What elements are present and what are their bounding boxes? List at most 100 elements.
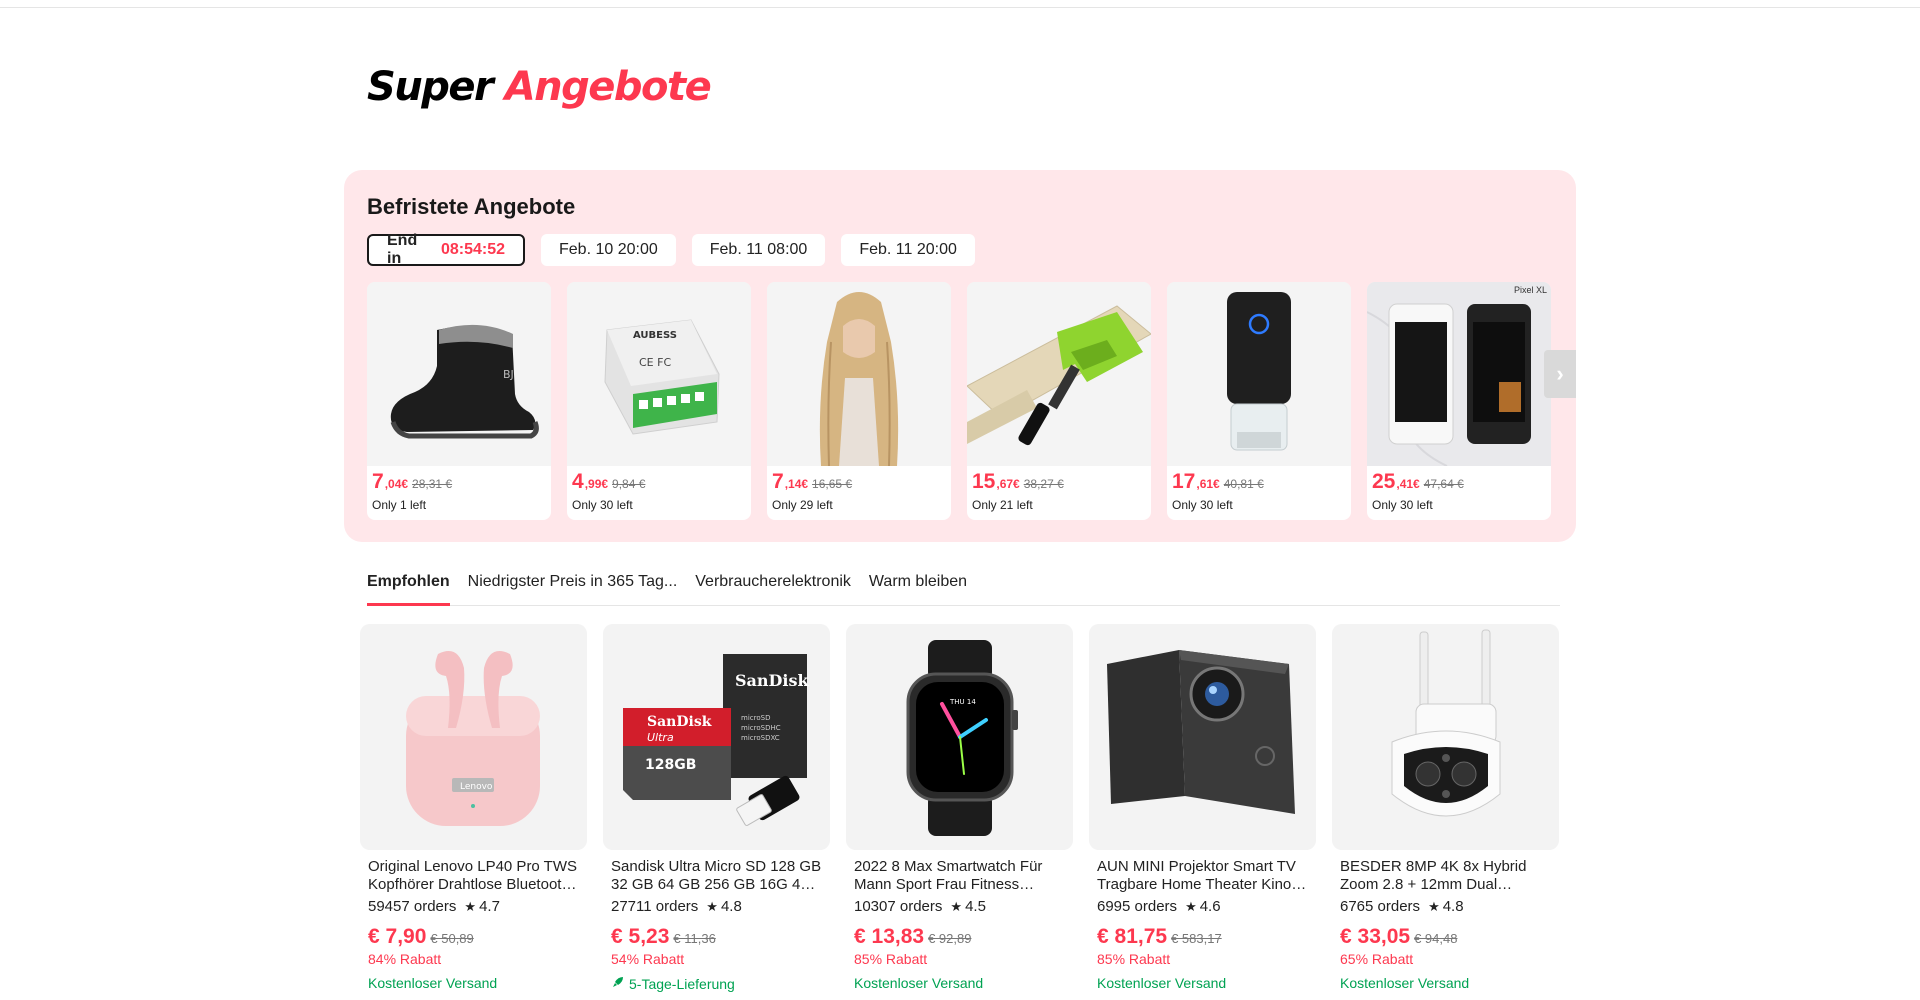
page-title: Super Angebote	[367, 64, 712, 110]
deal-card[interactable]: 17 ,61€ 40,81 € Only 30 left	[1167, 282, 1351, 520]
product-orders: 10307 orders	[854, 898, 943, 915]
svg-text:CE FC: CE FC	[639, 356, 671, 369]
sd-card-image: SanDisk microSD microSDHC microSDXC SanD…	[603, 624, 830, 850]
product-card[interactable]: SanDisk microSD microSDHC microSDXC SanD…	[603, 624, 830, 992]
deal-price-fraction: ,14€	[784, 477, 809, 491]
phone-display-image: Pixel XL	[1367, 282, 1551, 466]
svg-text:microSDHC: microSDHC	[741, 724, 781, 732]
deal-price: 4 ,99€ 9,84 €	[572, 470, 645, 494]
product-card[interactable]: BESDER 8MP 4K 8x Hybrid Zoom 2.8 + 12mm …	[1332, 624, 1559, 992]
tab-empfohlen[interactable]: Empfohlen	[367, 570, 450, 606]
product-old-price: € 11,36	[673, 931, 716, 946]
deal-stock: Only 30 left	[1372, 498, 1433, 512]
tab-keep-warm[interactable]: Warm bleiben	[869, 570, 967, 606]
security-camera-image	[1332, 624, 1559, 850]
tab-lowest-price[interactable]: Niedrigster Preis in 365 Tag...	[468, 570, 678, 606]
coffee-grinder-image	[1167, 282, 1351, 466]
flash-deals-panel: Befristete Angebote End in 08:54:52 Feb.…	[344, 170, 1576, 542]
product-shipping: Kostenloser Versand	[1340, 975, 1470, 991]
product-discount: 65% Rabatt	[1340, 951, 1414, 967]
product-rating: 4.7	[479, 898, 500, 915]
product-shipping: Kostenloser Versand	[368, 975, 498, 991]
time-slot[interactable]: Feb. 10 20:00	[541, 234, 676, 266]
product-shipping: 5-Tage-Lieferung	[629, 975, 735, 992]
product-old-price: € 583,17	[1171, 931, 1222, 946]
rocket-icon	[611, 975, 625, 992]
product-card[interactable]: Lenovo Original Lenovo LP40 Pro TWS Kopf…	[360, 624, 587, 992]
product-orders: 6995 orders	[1097, 898, 1178, 915]
product-title: Sandisk Ultra Micro SD 128 GB 32 GB 64 G…	[611, 858, 822, 893]
corner-clamp-image	[967, 282, 1151, 466]
deal-price-fraction: ,04€	[384, 477, 409, 491]
product-price: € 33,05	[1340, 925, 1411, 948]
deal-old-price: 38,27 €	[1023, 477, 1064, 491]
tab-consumer-electronics[interactable]: Verbraucherelektronik	[695, 570, 851, 606]
star-icon: ★	[950, 898, 963, 914]
deal-old-price: 47,64 €	[1423, 477, 1464, 491]
countdown-timer: 08:54:52	[440, 241, 505, 258]
deal-price: 15 ,67€ 38,27 €	[972, 470, 1064, 494]
page-title-word2: Angebote	[504, 64, 712, 110]
svg-text:THU 14: THU 14	[949, 698, 976, 706]
product-orders: 59457 orders	[368, 898, 457, 915]
star-icon: ★	[1428, 898, 1440, 914]
deal-badge: Pixel XL	[1513, 285, 1547, 295]
chevron-right-icon: ›	[1556, 361, 1564, 386]
deal-old-price: 9,84 €	[612, 477, 646, 491]
deal-stock: Only 1 left	[372, 498, 427, 512]
winter-boot-image: BJ	[367, 282, 551, 466]
deal-price-main: 25	[1372, 470, 1396, 493]
time-slot[interactable]: Feb. 11 20:00	[841, 234, 975, 266]
deal-stock: Only 30 left	[1172, 498, 1233, 512]
time-slot[interactable]: Feb. 11 08:00	[691, 234, 826, 266]
product-shipping: Kostenloser Versand	[1097, 975, 1227, 991]
product-rating: 4.6	[1199, 898, 1221, 915]
svg-text:microSDXC: microSDXC	[741, 734, 780, 742]
product-orders: 27711 orders	[611, 898, 699, 915]
deal-stock: Only 29 left	[772, 498, 833, 512]
deal-price: 7 ,14€ 16,65 €	[772, 470, 852, 494]
svg-text:SanDisk: SanDisk	[735, 671, 810, 690]
product-card[interactable]: THU 14 2022 8 Max Smartwatch Für Mann Sp…	[846, 624, 1073, 992]
deal-card[interactable]: Pixel XL 25 ,41€ 47,64 € Only 30 left	[1367, 282, 1551, 520]
deal-old-price: 28,31 €	[412, 477, 453, 491]
product-title: 2022 8 Max Smartwatch Für Mann Sport Fra…	[854, 858, 1043, 893]
product-title: Original Lenovo LP40 Pro TWS Kopfhörer D…	[368, 858, 577, 893]
time-slot-tabs: End in 08:54:52 Feb. 10 20:00 Feb. 11 08…	[367, 232, 975, 267]
product-rating: 4.8	[720, 898, 742, 915]
deal-stock: Only 21 left	[972, 498, 1033, 512]
deal-price-main: 7	[372, 470, 384, 493]
svg-text:Lenovo: Lenovo	[460, 782, 493, 792]
product-discount: 54% Rabatt	[611, 951, 685, 967]
deal-price: 7 ,04€ 28,31 €	[372, 470, 452, 494]
product-old-price: € 92,89	[928, 931, 972, 946]
deal-price-main: 17	[1172, 470, 1196, 493]
star-icon: ★	[1185, 898, 1197, 914]
flash-deals-title: Befristete Angebote	[367, 194, 576, 219]
star-icon: ★	[464, 898, 477, 914]
deal-card[interactable]: BJ 7 ,04€ 28,31 € Only 1 left	[367, 282, 551, 520]
product-title: BESDER 8MP 4K 8x Hybrid Zoom 2.8 + 12mm …	[1340, 858, 1527, 893]
deal-price-fraction: ,67€	[996, 477, 1020, 491]
deal-price-main: 7	[772, 470, 784, 493]
svg-text:BJ: BJ	[503, 368, 514, 381]
svg-text:AUBESS: AUBESS	[633, 330, 677, 341]
svg-text:microSD: microSD	[741, 714, 770, 722]
deal-price-fraction: ,99€	[584, 477, 609, 491]
deal-card[interactable]: AUBESS CE FC 4 ,99€ 9,84 € Only 30 left	[567, 282, 751, 520]
product-card[interactable]: AUN MINI Projektor Smart TV Tragbare Hom…	[1089, 624, 1316, 992]
deal-old-price: 16,65 €	[812, 477, 853, 491]
carousel-next-button[interactable]: ›	[1544, 350, 1576, 398]
hair-extension-image	[767, 282, 951, 466]
product-discount: 85% Rabatt	[1097, 951, 1171, 967]
svg-text:Ultra: Ultra	[647, 731, 674, 744]
product-price: € 5,23	[611, 925, 670, 948]
product-shipping: Kostenloser Versand	[854, 975, 984, 991]
deal-card[interactable]: 15 ,67€ 38,27 € Only 21 left	[967, 282, 1151, 520]
svg-text:SanDisk: SanDisk	[647, 714, 712, 730]
deal-card[interactable]: 7 ,14€ 16,65 € Only 29 left	[767, 282, 951, 520]
product-old-price: € 50,89	[430, 931, 474, 946]
time-slot-current[interactable]: End in 08:54:52	[367, 232, 525, 267]
product-rating: 4.5	[965, 898, 986, 915]
product-rating: 4.8	[1442, 898, 1464, 915]
